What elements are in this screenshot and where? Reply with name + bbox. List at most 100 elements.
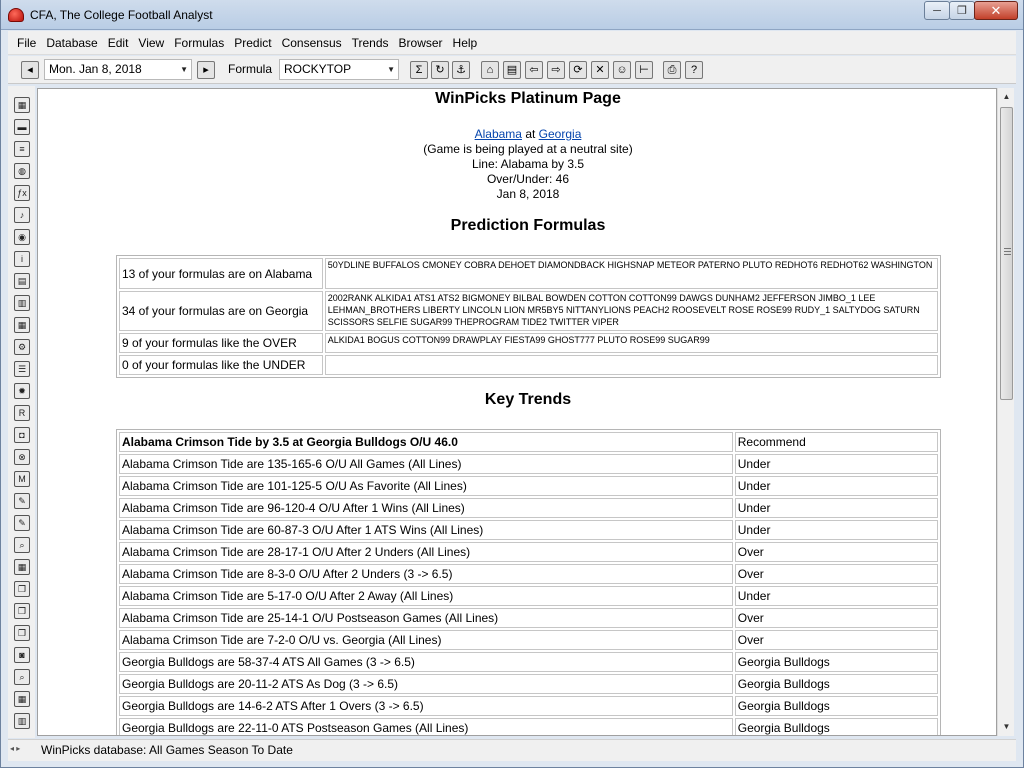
help-icon: ? [690, 63, 698, 76]
grip-icon [1004, 248, 1011, 255]
formula-count-label: 0 of your formulas like the UNDER [119, 355, 323, 375]
reload-icon: ⟳ [573, 63, 583, 76]
settings-icon[interactable]: ⚙ [14, 339, 30, 355]
vertical-scrollbar[interactable]: ▲ ▼ [997, 88, 1014, 736]
copy-2-icon[interactable]: ❐ [14, 625, 30, 641]
search-icon[interactable]: ⌕ [14, 537, 30, 553]
trends-header-row: Alabama Crimson Tide by 3.5 at Georgia B… [119, 432, 938, 452]
formula-count-label: 34 of your formulas are on Georgia [119, 291, 323, 331]
world-icon[interactable]: ◉ [14, 229, 30, 245]
info-icon[interactable]: i [14, 251, 30, 267]
calendar-forward-icon: ▸ [203, 63, 209, 76]
target-icon[interactable]: ⊗ [14, 449, 30, 465]
list-icon[interactable]: ☰ [14, 361, 30, 377]
date-value: Mon. Jan 8, 2018 [49, 62, 142, 76]
trend-description: Georgia Bulldogs are 58-37-4 ATS All Gam… [119, 652, 733, 672]
trend-row: Alabama Crimson Tide are 101-125-5 O/U A… [119, 476, 938, 496]
trend-row: Alabama Crimson Tide are 25-14-1 O/U Pos… [119, 608, 938, 628]
menu-file[interactable]: File [12, 31, 41, 55]
anchor-button[interactable]: ⚓ [452, 61, 470, 79]
formula-row: 34 of your formulas are on Georgia 2002R… [119, 291, 938, 331]
moves-icon[interactable]: M [14, 471, 30, 487]
book-icon[interactable]: ▥ [14, 713, 30, 729]
camera-icon[interactable]: ◙ [14, 647, 30, 663]
copy-yellow-icon[interactable]: ❐ [14, 603, 30, 619]
trend-row: Alabama Crimson Tide are 8-3-0 O/U After… [119, 564, 938, 584]
ratings-icon[interactable]: R [14, 405, 30, 421]
bag-icon[interactable]: ◘ [14, 427, 30, 443]
status-scroll-arrows-icon[interactable]: ◂ ▸ [10, 744, 20, 753]
trend-description: Georgia Bulldogs are 14-6-2 ATS After 1 … [119, 696, 733, 716]
print-button[interactable]: ⎙ [663, 61, 681, 79]
trend-recommendation: Over [734, 608, 938, 628]
menu-help[interactable]: Help [448, 31, 483, 55]
home-button[interactable]: ⌂ [481, 61, 499, 79]
menu-edit[interactable]: Edit [103, 31, 134, 55]
back-arrow-button[interactable]: ⇦ [525, 61, 543, 79]
stop-button[interactable]: ✕ [591, 61, 609, 79]
game-line: Line: Alabama by 3.5 [471, 157, 585, 171]
formula-row: 13 of your formulas are on Alabama 50YDL… [119, 258, 938, 289]
refresh-button[interactable]: ↻ [431, 61, 449, 79]
notes-icon[interactable]: ✎ [14, 493, 30, 509]
trend-recommendation: Georgia Bulldogs [734, 718, 938, 735]
music-note-icon[interactable]: ♪ [14, 207, 30, 223]
forward-arrow-button[interactable]: ⇨ [547, 61, 565, 79]
trend-recommendation: Georgia Bulldogs [734, 652, 938, 672]
formula-list [324, 355, 938, 375]
lightbulb-icon[interactable]: ✹ [14, 383, 30, 399]
maximize-button[interactable]: ❐ [949, 1, 975, 20]
stop-icon: ✕ [595, 63, 605, 76]
ruler-button[interactable]: ⊢ [635, 61, 653, 79]
minimize-button[interactable]: ─ [924, 1, 950, 20]
away-team-link[interactable]: Alabama [475, 127, 522, 141]
trend-description: Georgia Bulldogs are 22-11-0 ATS Postsea… [119, 718, 733, 735]
trend-description: Alabama Crimson Tide are 8-3-0 O/U After… [119, 564, 733, 584]
menu-trends[interactable]: Trends [347, 31, 394, 55]
chevron-down-icon: ▼ [180, 65, 188, 74]
print-icon: ⎙ [667, 63, 677, 76]
function-icon[interactable]: ƒx [14, 185, 30, 201]
help-button[interactable]: ? [685, 61, 703, 79]
spreadsheet-icon[interactable]: ▤ [14, 273, 30, 289]
document-icon[interactable]: ≡ [14, 141, 30, 157]
menu-browser[interactable]: Browser [394, 31, 448, 55]
formula-list: 2002RANK ALKIDA1 ATS1 ATS2 BIGMONEY BILB… [324, 291, 938, 331]
person-button[interactable]: ☺ [613, 61, 631, 79]
menu-predict[interactable]: Predict [229, 31, 276, 55]
trend-row: Georgia Bulldogs are 14-6-2 ATS After 1 … [119, 696, 938, 716]
menu-formulas[interactable]: Formulas [169, 31, 229, 55]
trend-description: Alabama Crimson Tide are 7-2-0 O/U vs. G… [119, 630, 733, 650]
status-text: WinPicks database: All Games Season To D… [41, 743, 293, 757]
scrollbar-thumb[interactable] [1000, 107, 1013, 400]
copy-icon[interactable]: ❐ [14, 581, 30, 597]
calendar-forward-button[interactable]: ▸ [197, 61, 215, 79]
scroll-down-icon[interactable]: ▼ [998, 718, 1015, 735]
notes-2-icon[interactable]: ✎ [14, 515, 30, 531]
grid-icon[interactable]: ▦ [14, 97, 30, 113]
menu-consensus[interactable]: Consensus [277, 31, 347, 55]
trend-recommendation: Under [734, 498, 938, 518]
date-select[interactable]: Mon. Jan 8, 2018 ▼ [44, 59, 192, 80]
chevron-down-icon: ▼ [387, 65, 395, 74]
formula-select[interactable]: ROCKYTOP ▼ [279, 59, 399, 80]
folder-button[interactable]: ▤ [503, 61, 521, 79]
calendar-icon[interactable]: ▦ [14, 559, 30, 575]
home-team-link[interactable]: Georgia [539, 127, 582, 141]
menu-view[interactable]: View [133, 31, 169, 55]
menu-database[interactable]: Database [41, 31, 102, 55]
keyboard-icon[interactable]: ▬ [14, 119, 30, 135]
calculator-icon[interactable]: ▦ [14, 691, 30, 707]
globe-icon[interactable]: ◍ [14, 163, 30, 179]
reload-button[interactable]: ⟳ [569, 61, 587, 79]
spreadsheet-yellow-icon[interactable]: ▥ [14, 295, 30, 311]
sum-button[interactable]: Σ [410, 61, 428, 79]
calendar-back-button[interactable]: ◂ [21, 61, 39, 79]
trend-row: Alabama Crimson Tide are 96-120-4 O/U Af… [119, 498, 938, 518]
spreadsheet-blue-icon[interactable]: ▦ [14, 317, 30, 333]
trends-table: Alabama Crimson Tide by 3.5 at Georgia B… [116, 429, 941, 735]
close-button[interactable]: ✕ [974, 1, 1018, 20]
scroll-up-icon[interactable]: ▲ [998, 88, 1015, 105]
zoom-icon[interactable]: ⌕ [14, 669, 30, 685]
trend-description: Alabama Crimson Tide are 101-125-5 O/U A… [119, 476, 733, 496]
